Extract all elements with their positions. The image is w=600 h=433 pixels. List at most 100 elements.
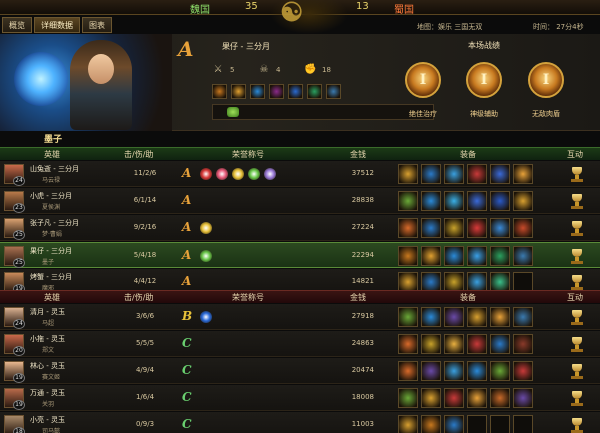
equipment-item-icon[interactable]: [421, 191, 441, 211]
honor-badge-icon[interactable]: [200, 311, 212, 323]
equipment-item-icon[interactable]: [444, 218, 464, 238]
equipment-item-icon[interactable]: [421, 164, 441, 184]
player-row[interactable]: 24 山兔逝 - 三分月 马云禄 11/2/6 A 37512: [0, 161, 600, 187]
medal-icon[interactable]: I: [405, 62, 441, 98]
player-row[interactable]: 18 小亮 - 灵玉 司马懿 0/9/3 C 11003: [0, 412, 600, 433]
equipment-item-icon[interactable]: [444, 388, 464, 408]
equipment-item-icon[interactable]: [288, 84, 303, 99]
equipment-item-icon[interactable]: [398, 218, 418, 238]
equipment-item-icon[interactable]: [269, 84, 284, 99]
player-row[interactable]: 20 小拖 - 灵玉 郑文 5/5/5 C 24863: [0, 331, 600, 357]
tab-overview[interactable]: 概览: [2, 17, 32, 33]
equipment-item-icon[interactable]: [307, 84, 322, 99]
equipment-item-icon[interactable]: [467, 361, 487, 381]
equipment-item-icon[interactable]: [398, 334, 418, 354]
player-row[interactable]: 19 万通 - 灵玉 关羽 1/6/4 C 18008: [0, 385, 600, 411]
player-row[interactable]: 19 林心 - 灵玉 赛文姬 4/9/4 C 20474: [0, 358, 600, 384]
equipment-item-icon[interactable]: [421, 307, 441, 327]
equipment-item-icon[interactable]: [398, 361, 418, 381]
player-row[interactable]: 23 小虎 - 三分月 夏侯渊 6/1/14 A 28838: [0, 188, 600, 214]
equipment-item-icon[interactable]: [444, 272, 464, 292]
player-row[interactable]: 25 张子凡 - 三分月 梦·曹娟 9/2/16 A 27224: [0, 215, 600, 241]
equipment-item-icon[interactable]: [398, 164, 418, 184]
equipment-item-icon[interactable]: [513, 272, 533, 292]
trophy-icon[interactable]: [570, 336, 584, 352]
trophy-icon[interactable]: [570, 363, 584, 379]
equipment-item-icon[interactable]: [467, 191, 487, 211]
equipment-item-icon[interactable]: [490, 415, 510, 433]
equipment-item-icon[interactable]: [467, 272, 487, 292]
equipment-item-icon[interactable]: [467, 307, 487, 327]
equipment-item-icon[interactable]: [421, 272, 441, 292]
equipment-item-icon[interactable]: [421, 218, 441, 238]
honor-badge-icon[interactable]: [232, 168, 244, 180]
medal-icon[interactable]: I: [528, 62, 564, 98]
equipment-item-icon[interactable]: [421, 415, 441, 433]
equipment-item-icon[interactable]: [513, 307, 533, 327]
equipment-item-icon[interactable]: [444, 307, 464, 327]
trophy-icon[interactable]: [570, 274, 584, 290]
equipment-item-icon[interactable]: [490, 361, 510, 381]
honor-badge-icon[interactable]: [264, 168, 276, 180]
equipment-item-icon[interactable]: [250, 84, 265, 99]
trophy-icon[interactable]: [570, 220, 584, 236]
honor-badge-icon[interactable]: [216, 168, 228, 180]
player-row[interactable]: 24 清月 - 灵玉 马超 3/6/6 B 27918: [0, 304, 600, 330]
equipment-item-icon[interactable]: [513, 218, 533, 238]
equipment-item-icon[interactable]: [398, 246, 418, 266]
equipment-item-icon[interactable]: [467, 415, 487, 433]
equipment-item-icon[interactable]: [490, 334, 510, 354]
trophy-icon[interactable]: [570, 309, 584, 325]
honor-badge-icon[interactable]: [200, 250, 212, 262]
medal-icon[interactable]: I: [466, 62, 502, 98]
equipment-item-icon[interactable]: [398, 388, 418, 408]
player-row[interactable]: 25 果仔 - 三分月 墨子 5/4/18 A 22294: [0, 242, 600, 268]
equipment-item-icon[interactable]: [421, 334, 441, 354]
equipment-item-icon[interactable]: [490, 307, 510, 327]
equipment-item-icon[interactable]: [398, 272, 418, 292]
honor-badge-icon[interactable]: [248, 168, 260, 180]
equipment-item-icon[interactable]: [513, 388, 533, 408]
honor-badge-icon[interactable]: [200, 222, 212, 234]
equipment-item-icon[interactable]: [444, 246, 464, 266]
trophy-icon[interactable]: [570, 166, 584, 182]
equipment-item-icon[interactable]: [513, 334, 533, 354]
equipment-item-icon[interactable]: [490, 388, 510, 408]
equipment-item-icon[interactable]: [421, 361, 441, 381]
trophy-icon[interactable]: [570, 390, 584, 406]
equipment-item-icon[interactable]: [490, 246, 510, 266]
equipment-item-icon[interactable]: [513, 415, 533, 433]
equipment-item-icon[interactable]: [444, 334, 464, 354]
equipment-item-icon[interactable]: [398, 415, 418, 433]
equipment-item-icon[interactable]: [326, 84, 341, 99]
equipment-item-icon[interactable]: [212, 84, 227, 99]
equipment-item-icon[interactable]: [467, 388, 487, 408]
equipment-item-icon[interactable]: [467, 164, 487, 184]
equipment-item-icon[interactable]: [490, 218, 510, 238]
equipment-item-icon[interactable]: [444, 361, 464, 381]
equipment-item-icon[interactable]: [421, 246, 441, 266]
equipment-item-icon[interactable]: [231, 84, 246, 99]
equipment-item-icon[interactable]: [398, 191, 418, 211]
trophy-icon[interactable]: [570, 417, 584, 433]
honor-badge-icon[interactable]: [200, 168, 212, 180]
equipment-item-icon[interactable]: [513, 246, 533, 266]
equipment-item-icon[interactable]: [421, 388, 441, 408]
equipment-item-icon[interactable]: [444, 191, 464, 211]
trophy-icon[interactable]: [570, 193, 584, 209]
equipment-item-icon[interactable]: [490, 191, 510, 211]
equipment-item-icon[interactable]: [467, 218, 487, 238]
tab-charts[interactable]: 图表: [82, 17, 112, 33]
equipment-item-icon[interactable]: [513, 164, 533, 184]
tab-detailed-data[interactable]: 详细数据: [34, 17, 80, 33]
equipment-item-icon[interactable]: [467, 334, 487, 354]
equipment-item-icon[interactable]: [467, 246, 487, 266]
equipment-item-icon[interactable]: [490, 272, 510, 292]
equipment-item-icon[interactable]: [513, 191, 533, 211]
equipment-item-icon[interactable]: [513, 361, 533, 381]
equipment-item-icon[interactable]: [444, 415, 464, 433]
equipment-item-icon[interactable]: [444, 164, 464, 184]
equipment-item-icon[interactable]: [398, 307, 418, 327]
equipment-item-icon[interactable]: [490, 164, 510, 184]
trophy-icon[interactable]: [570, 248, 584, 264]
